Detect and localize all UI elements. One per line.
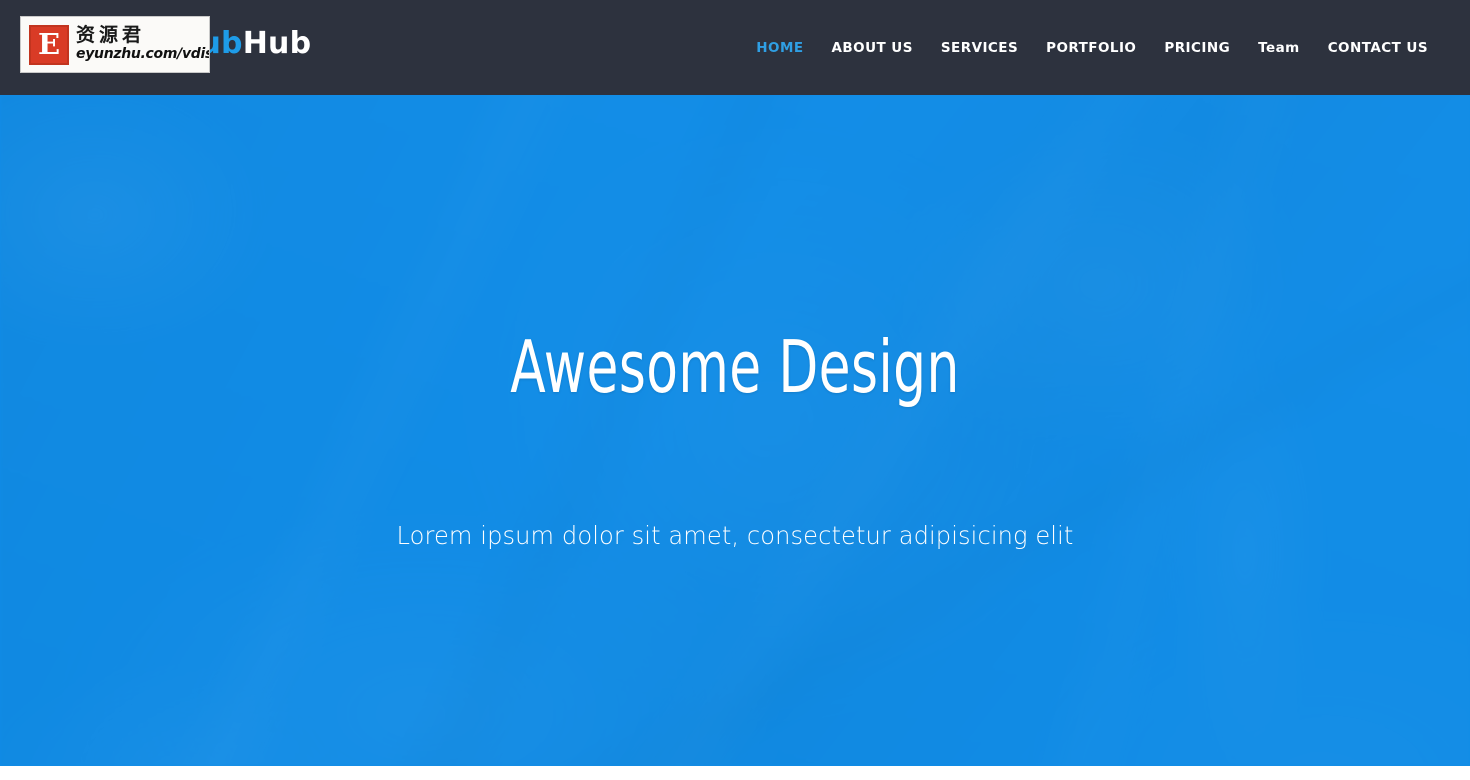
hero-subtitle: Lorem ipsum dolor sit amet, consectetur …	[396, 521, 1074, 550]
nav-item-pricing[interactable]: PRICING	[1150, 32, 1244, 64]
main-navigation: HOME ABOUT US SERVICES PORTFOLIO PRICING…	[742, 0, 1442, 95]
page-root: Awesome Design Lorem ipsum dolor sit ame…	[0, 0, 1470, 780]
hero-content: Awesome Design Lorem ipsum dolor sit ame…	[0, 95, 1470, 766]
nav-item-services[interactable]: SERVICES	[927, 32, 1032, 64]
nav-item-team[interactable]: Team	[1244, 32, 1314, 64]
nav-item-portfolio[interactable]: PORTFOLIO	[1032, 32, 1150, 64]
nav-item-contact-us[interactable]: CONTACT US	[1314, 32, 1442, 64]
page-bottom-strip	[0, 766, 1470, 780]
site-header: Creative HubHub HOME ABOUT US SERVICES P…	[0, 0, 1470, 95]
header-inner: Creative HubHub HOME ABOUT US SERVICES P…	[0, 0, 1470, 95]
watermark-logo-icon: E	[29, 24, 69, 65]
nav-item-home[interactable]: HOME	[742, 32, 817, 64]
watermark-overlay: E 资源君 eyunzhu.com/vdisk	[20, 16, 210, 73]
hero-section: Awesome Design Lorem ipsum dolor sit ame…	[0, 95, 1470, 766]
nav-item-about-us[interactable]: ABOUT US	[818, 32, 927, 64]
watermark-url-text: eyunzhu.com/vdisk	[76, 46, 210, 63]
site-logo-rest: Hub	[242, 26, 312, 61]
watermark-text: 资源君 eyunzhu.com/vdisk	[76, 24, 210, 63]
watermark-cn-text: 资源君	[76, 24, 146, 47]
watermark-logo-letter: E	[37, 27, 61, 61]
hero-title: Awesome Design	[510, 325, 960, 409]
